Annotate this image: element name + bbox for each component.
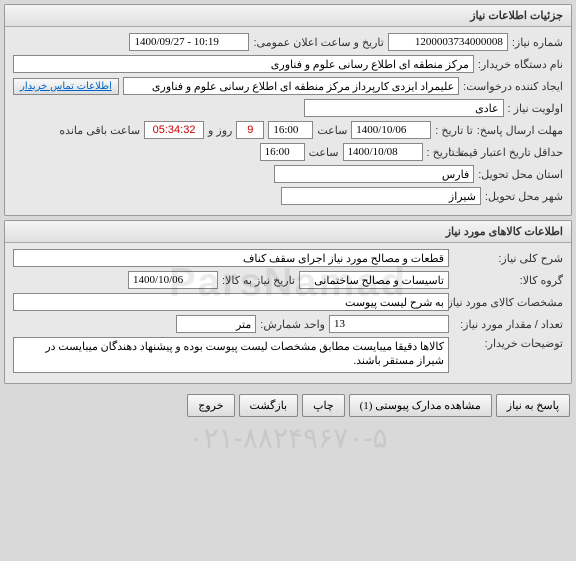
overall-desc-label: شرح کلی نیاز:	[453, 252, 563, 265]
attachments-button[interactable]: مشاهده مدارک پیوستی (1)	[349, 394, 492, 417]
buyer-org-label: نام دستگاه خریدار:	[478, 58, 563, 71]
delivery-province-field[interactable]	[274, 165, 474, 183]
qty-label: تعداد / مقدار مورد نیاز:	[453, 318, 563, 331]
priority-field[interactable]	[304, 99, 504, 117]
unit-field[interactable]	[176, 315, 256, 333]
reply-deadline-label: مهلت ارسال پاسخ:	[477, 124, 563, 137]
need-date-label: تاریخ نیاز به کالا:	[222, 274, 295, 287]
time-label-2: ساعت	[309, 146, 339, 159]
delivery-province-label: استان محل تحویل:	[478, 168, 563, 181]
back-button[interactable]: بازگشت	[239, 394, 299, 417]
goods-panel-title: اطلاعات کالاهای مورد نیاز	[5, 221, 571, 243]
goods-group-field[interactable]	[299, 271, 449, 289]
buyer-org-field[interactable]	[13, 55, 474, 73]
reply-time-field[interactable]	[268, 121, 313, 139]
reply-date-field[interactable]	[351, 121, 431, 139]
creator-label: ایجاد کننده درخواست:	[463, 80, 563, 93]
days-and-label: روز و	[208, 124, 232, 137]
public-date-label: تاریخ و ساعت اعلان عمومی:	[253, 36, 383, 49]
buyer-notes-label: توضیحات خریدار:	[453, 337, 563, 350]
buyer-notes-field[interactable]	[13, 337, 449, 373]
remaining-days: 9	[236, 121, 264, 139]
goods-group-label: گروه کالا:	[453, 274, 563, 287]
time-label-1: ساعت	[317, 124, 347, 137]
remaining-suffix: ساعت باقی مانده	[59, 124, 140, 137]
public-date-field[interactable]	[129, 33, 249, 51]
panel-title: جزئیات اطلاعات نیاز	[5, 5, 571, 27]
overall-desc-field[interactable]	[13, 249, 449, 267]
request-no-label: شماره نیاز:	[512, 36, 563, 49]
validity-label: حداقل تاریخ اعتبار قیمت:	[468, 146, 563, 159]
contact-info-link[interactable]: اطلاعات تماس خریدار	[13, 78, 119, 95]
to-date-label-2: تا تاریخ :	[427, 146, 464, 159]
need-date-field[interactable]	[128, 271, 218, 289]
request-no-field[interactable]	[388, 33, 508, 51]
goods-spec-field[interactable]	[13, 293, 449, 311]
watermark-phone: ۰۲۱-۸۸۲۴۹۶۷۰-۵	[188, 422, 387, 455]
need-details-panel: جزئیات اطلاعات نیاز شماره نیاز: تاریخ و …	[4, 4, 572, 216]
goods-spec-label: مشخصات کالای مورد نیاز:	[453, 296, 563, 309]
to-date-label-1: تا تاریخ :	[435, 124, 472, 137]
delivery-city-label: شهر محل تحویل:	[485, 190, 563, 203]
button-bar: پاسخ به نیاز مشاهده مدارک پیوستی (1) چاپ…	[0, 388, 576, 423]
unit-label: واحد شمارش:	[260, 318, 325, 331]
exit-button[interactable]: خروج	[187, 394, 234, 417]
reply-button[interactable]: پاسخ به نیاز	[496, 394, 570, 417]
validity-time-field[interactable]	[260, 143, 305, 161]
remaining-time: 05:34:32	[144, 121, 204, 139]
qty-field[interactable]	[329, 315, 449, 333]
delivery-city-field[interactable]	[281, 187, 481, 205]
validity-date-field[interactable]	[343, 143, 423, 161]
priority-label: اولویت نیاز :	[508, 102, 563, 115]
print-button[interactable]: چاپ	[302, 394, 345, 417]
creator-field[interactable]	[123, 77, 459, 95]
goods-info-panel: اطلاعات کالاهای مورد نیاز شرح کلی نیاز: …	[4, 220, 572, 384]
